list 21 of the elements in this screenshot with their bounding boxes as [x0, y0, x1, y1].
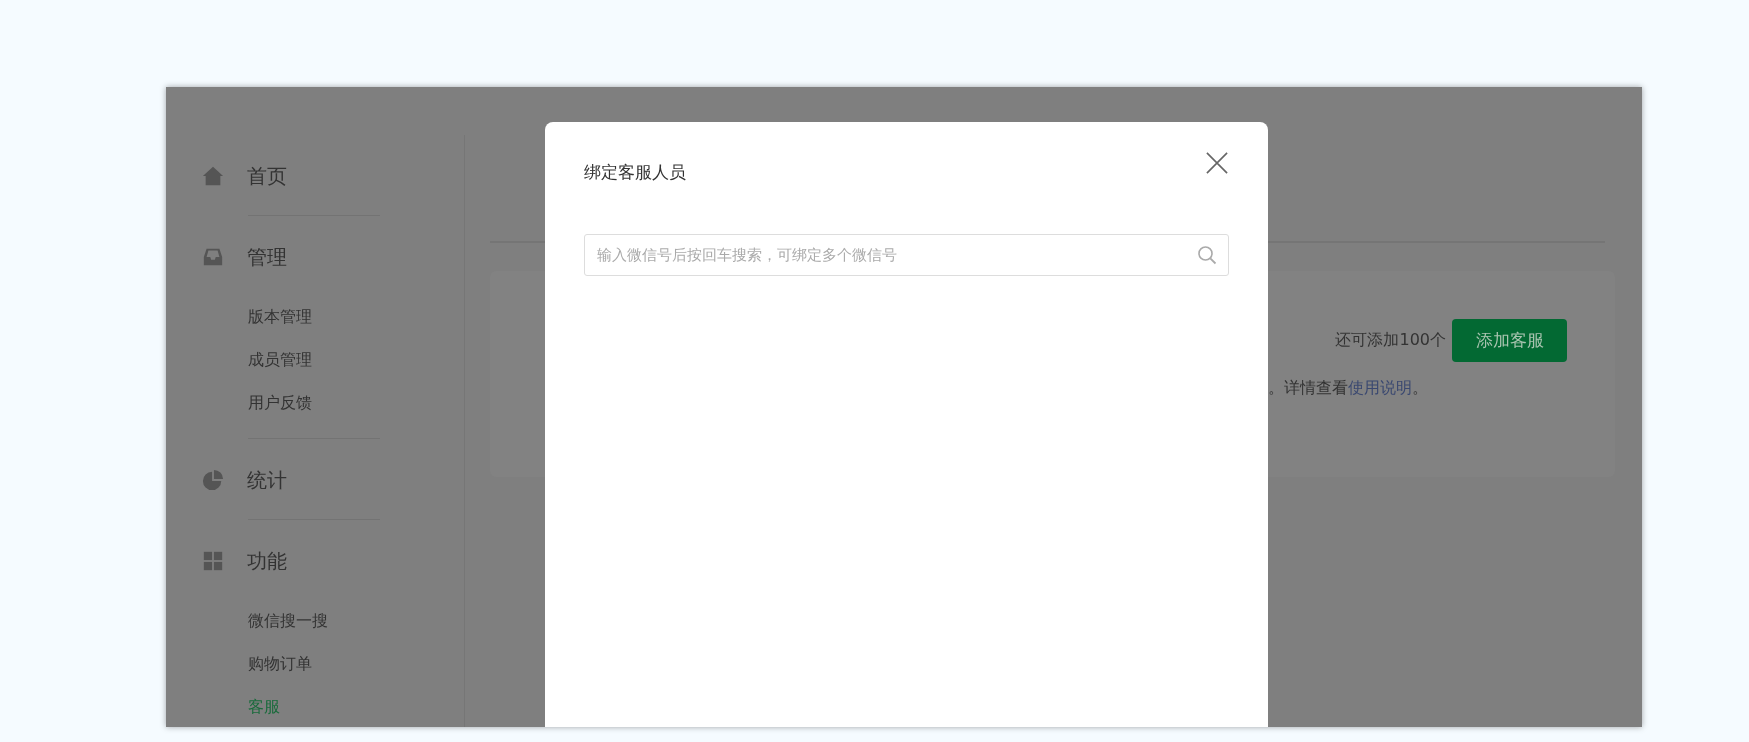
search-field[interactable]: 输入微信号后按回车搜索，可绑定多个微信号	[584, 234, 1229, 276]
sidebar-section[interactable]: 管理	[247, 243, 287, 271]
sidebar-section[interactable]: 首页	[247, 162, 287, 190]
note-text: 。详情查看使用说明。	[1268, 378, 1428, 397]
grid-icon	[202, 550, 224, 572]
close-icon[interactable]	[1206, 152, 1228, 174]
sidebar-item[interactable]: 成员管理	[248, 347, 464, 373]
inbox-icon	[202, 246, 224, 268]
pie-chart-icon	[202, 469, 224, 491]
sidebar-item[interactable]: 客服	[248, 694, 464, 720]
help-link[interactable]: 使用说明	[1348, 378, 1412, 397]
sidebar-item[interactable]: 购物订单	[248, 651, 464, 677]
dialog-title: 绑定客服人员	[584, 160, 686, 184]
sidebar-section[interactable]: 统计	[247, 466, 287, 494]
remaining-count: 还可添加100个	[1335, 330, 1446, 351]
sidebar-section[interactable]: 功能	[247, 547, 287, 575]
sidebar-item[interactable]: 版本管理	[248, 304, 464, 330]
sidebar-item[interactable]: 用户反馈	[248, 390, 464, 416]
sidebar-item[interactable]: 微信搜一搜	[248, 608, 464, 634]
add-button[interactable]: 添加客服	[1452, 319, 1567, 362]
home-icon	[202, 165, 224, 187]
